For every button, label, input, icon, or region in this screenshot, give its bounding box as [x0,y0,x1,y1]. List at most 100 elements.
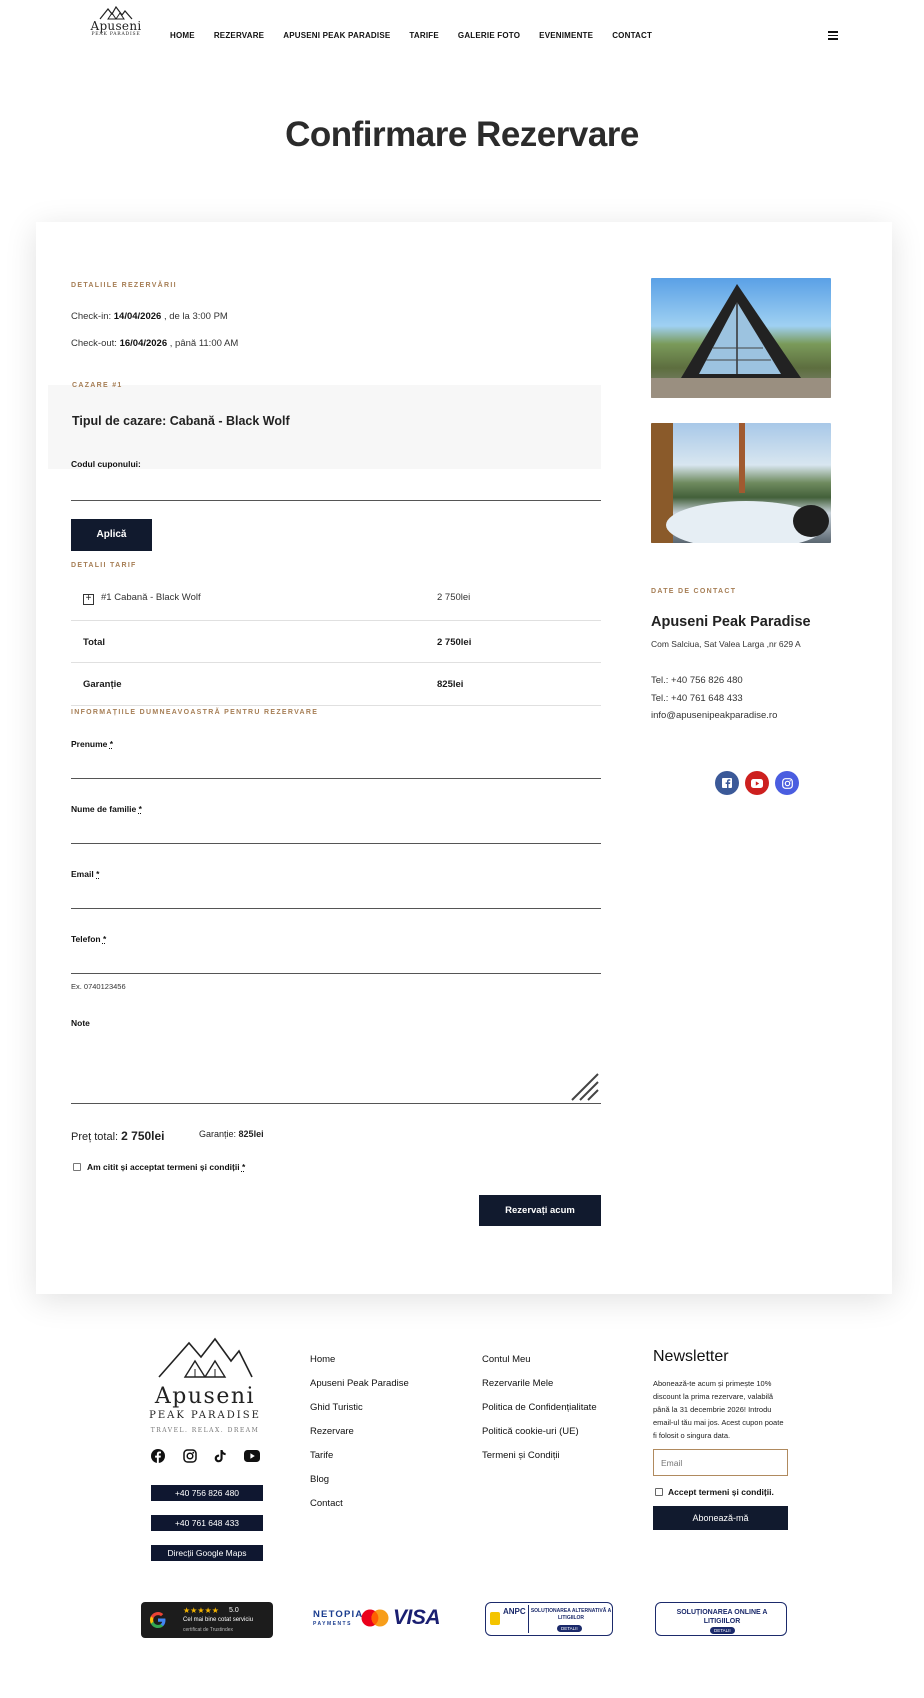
footer-link-ghid[interactable]: Ghid Turistic [310,1402,409,1426]
footer-link-privacy[interactable]: Politica de Confidențialitate [482,1402,597,1426]
footer-phone-button-2[interactable]: +40 761 648 433 [151,1515,263,1531]
phone-hint: Ex. 0740123456 [71,982,126,991]
coupon-input[interactable] [71,476,601,500]
first-name-underline [71,778,601,779]
footer-link-apuseni[interactable]: Apuseni Peak Paradise [310,1378,409,1402]
terms-label: Am citit și acceptat termeni și condiții… [87,1162,246,1172]
youtube-icon[interactable] [244,1450,260,1462]
subscribe-button[interactable]: Abonează-mă [653,1506,788,1530]
submit-booking-button[interactable]: Rezervați acum [479,1195,601,1226]
total-price: Preț total: 2 750lei [71,1129,165,1143]
newsletter-text: Abonează-te acum și primește 10% discoun… [653,1379,784,1440]
cabin-exterior-photo[interactable] [651,278,831,398]
contact-label: DATE DE CONTACT [651,588,737,595]
total-label: Total [83,637,105,648]
booking-details-label: DETALIILE REZERVĂRII [71,282,177,289]
instagram-icon[interactable] [775,771,799,795]
footer-link-account[interactable]: Contul Meu [482,1354,597,1378]
expand-plus-icon[interactable]: + [83,594,94,605]
page-title: Confirmare Rezervare [285,115,639,154]
email-input[interactable] [71,882,601,907]
anpc-text: SOLUȚIONAREA ALTERNATIVĂ A LITIGIILOR [530,1608,612,1621]
apply-coupon-button[interactable]: Aplică [71,519,152,551]
footer-logo-tagline: TRAVEL. RELAX. DREAM [150,1427,260,1434]
contact-address: Com Salciua, Sat Valea Larga ,nr 629 A [651,639,801,649]
newsletter-email-input[interactable] [653,1449,788,1476]
price-row-value: 2 750lei [437,592,471,603]
terms-checkbox[interactable] [73,1163,81,1171]
google-g-icon [150,1612,166,1628]
accommodation-type: Tipul de cazare: Cabană - Black Wolf [72,414,290,428]
phone-label: Telefon * [71,934,107,944]
nav-contact[interactable]: CONTACT [612,31,652,40]
hot-tub-photo[interactable] [651,423,831,543]
last-name-label: Nume de familie * [71,804,142,814]
footer-links-col2: Contul Meu Rezervarile Mele Politica de … [482,1354,597,1474]
checkin-date: 14/04/2026 [113,311,162,322]
mountain-logo-icon [158,1337,253,1378]
footer-link-tarife[interactable]: Tarife [310,1450,409,1474]
tiktok-icon[interactable] [213,1449,227,1463]
contact-phone-1[interactable]: Tel.: +40 756 826 480 [651,675,743,686]
instagram-icon[interactable] [183,1449,197,1463]
site-logo[interactable]: Apuseni PEAK PARADISE [88,6,144,46]
a-frame-cabin-icon [651,284,831,398]
sol-badge[interactable]: SOLUȚIONAREA ONLINE A LITIGIILOR DETALII [655,1602,787,1636]
phone-input[interactable] [71,947,601,972]
last-name-underline [71,843,601,844]
footer-link-cookies[interactable]: Politică cookie-uri (UE) [482,1426,597,1450]
footer-link-contact[interactable]: Contact [310,1498,409,1522]
last-name-input[interactable] [71,817,601,842]
nav-home[interactable]: HOME [170,31,195,40]
anpc-title: ANPC [503,1607,526,1616]
netopia-logo: NETOPIA [313,1609,364,1620]
newsletter-terms-checkbox[interactable] [655,1488,663,1496]
notes-label: Note [71,1018,90,1028]
google-rating-badge[interactable]: ★★★★★ 5.0 Cel mai bine cotat serviciu ce… [141,1602,273,1638]
facebook-icon[interactable] [715,771,739,795]
footer-logo[interactable]: Apuseni PEAK PARADISE TRAVEL. RELAX. DRE… [146,1337,264,1434]
facebook-icon[interactable] [151,1449,165,1463]
sol-text: SOLUȚIONAREA ONLINE A LITIGIILOR [676,1609,768,1625]
nav-evenimente[interactable]: EVENIMENTE [539,31,593,40]
nav-galerie[interactable]: GALERIE FOTO [458,31,520,40]
footer-phone-button-1[interactable]: +40 756 826 480 [151,1485,263,1501]
google-rating-value: 5.0 [229,1607,239,1614]
footer-link-terms[interactable]: Termeni și Condiții [482,1450,597,1474]
google-maps-button[interactable]: Direcții Google Maps [151,1545,263,1561]
footer-link-bookings[interactable]: Rezervarile Mele [482,1378,597,1402]
nav-tarife[interactable]: TARIFE [409,31,439,40]
footer-link-home[interactable]: Home [310,1354,409,1378]
notes-underline [71,1103,601,1104]
coupon-label: Codul cuponului: [71,459,141,469]
footer-link-blog[interactable]: Blog [310,1474,409,1498]
hamburger-menu-icon[interactable] [828,31,838,42]
first-name-input[interactable] [71,752,601,777]
deposit-summary: Garanție: 825lei [199,1129,264,1139]
newsletter-title: Newsletter [653,1348,729,1365]
anpc-details-button[interactable]: DETALII [557,1625,582,1632]
deposit-value: 825lei [437,679,464,690]
mountain-logo-icon [99,6,133,20]
deposit-label: Garanție [83,679,122,690]
resize-handle-icon[interactable] [570,1072,600,1102]
footer-links-col1: Home Apuseni Peak Paradise Ghid Turistic… [310,1354,409,1522]
nav-rezervare[interactable]: REZERVARE [214,31,264,40]
netopia-visa-badge[interactable]: NETOPIA PAYMENTS VISA [313,1605,443,1635]
anpc-sal-badge[interactable]: ANPC SOLUȚIONAREA ALTERNATIVĂ A LITIGIIL… [485,1602,613,1636]
footer-logo-subtitle: PEAK PARADISE [149,1410,261,1421]
anpc-divider [528,1605,529,1633]
youtube-icon[interactable] [745,771,769,795]
rating-stars-icon: ★★★★★ [183,1606,219,1615]
contact-name: Apuseni Peak Paradise [651,614,811,630]
price-row: + #1 Cabană - Black Wolf 2 750lei [71,582,601,621]
sol-details-button[interactable]: DETALII [710,1627,735,1634]
nav-apuseni[interactable]: APUSENI PEAK PARADISE [283,31,390,40]
checkout-date: 16/04/2026 [119,338,168,349]
newsletter-terms-label: Accept termeni și condiții. [668,1487,774,1497]
footer-link-rezervare[interactable]: Rezervare [310,1426,409,1450]
contact-email[interactable]: info@apusenipeakparadise.ro [651,710,777,721]
accommodation-label: CAZARE #1 [72,382,123,389]
notes-textarea[interactable] [71,1032,601,1102]
contact-phone-2[interactable]: Tel.: +40 761 648 433 [651,693,743,704]
